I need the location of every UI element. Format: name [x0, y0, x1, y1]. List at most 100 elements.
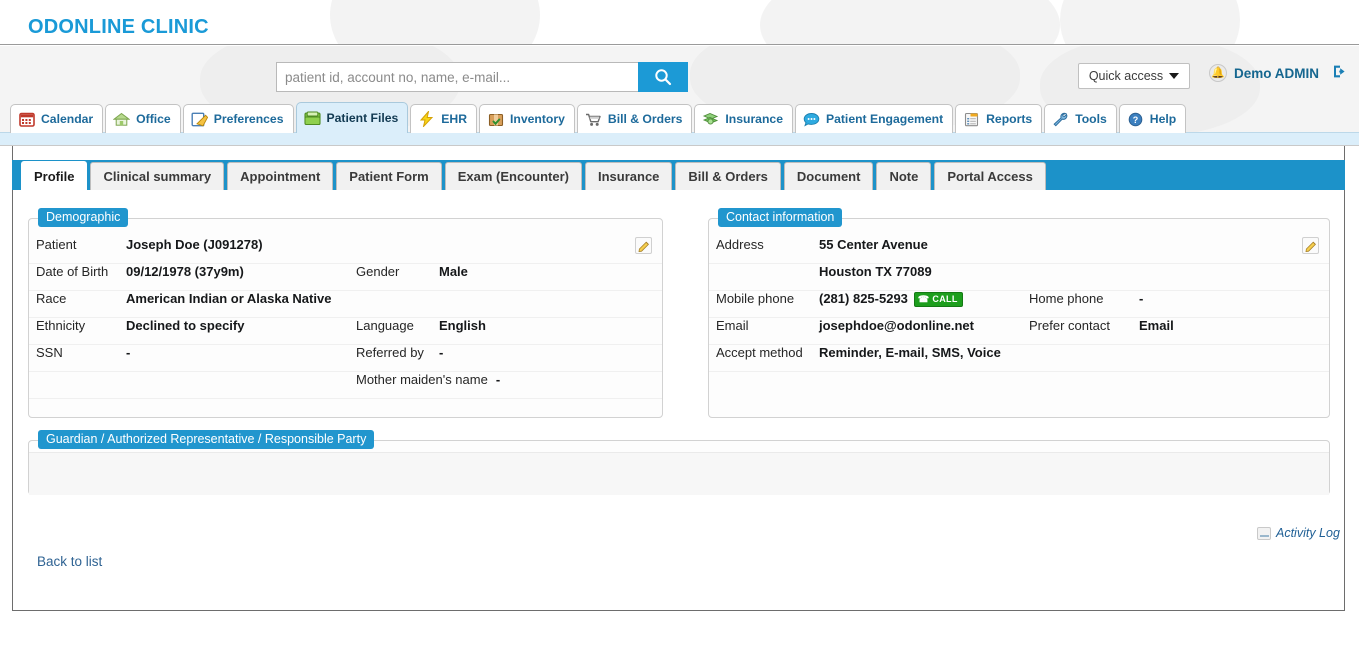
ethnicity-value: Declined to specify	[126, 318, 245, 333]
row-mother-maiden: Mother maiden's name -	[29, 372, 662, 399]
race-label: Race	[36, 291, 67, 306]
global-search	[276, 62, 688, 92]
banner-decoration	[760, 0, 1060, 44]
nav-tab-preferences[interactable]: Preferences	[182, 104, 294, 133]
logout-icon[interactable]	[1332, 64, 1347, 82]
call-button-label: CALL	[932, 293, 958, 304]
search-input[interactable]	[276, 62, 638, 92]
nav-tab-label: Tools	[1075, 112, 1107, 126]
chevron-down-icon	[1169, 73, 1180, 79]
clipboard-icon	[963, 111, 980, 127]
nav-tab-label: Insurance	[725, 112, 783, 126]
nav-tab-office[interactable]: Office	[105, 104, 181, 133]
nav-tab-label: EHR	[441, 112, 468, 126]
guardian-panel-body	[29, 452, 1329, 495]
nav-tab-calendar[interactable]: Calendar	[10, 104, 104, 133]
folder-icon	[303, 110, 321, 126]
nav-tab-label: Inventory	[510, 112, 565, 126]
tab-appointment[interactable]: Appointment	[227, 162, 334, 190]
money-icon	[702, 111, 719, 127]
address-line2-value: Houston TX 77089	[819, 264, 932, 279]
tab-insurance[interactable]: Insurance	[585, 162, 673, 190]
tab-patient-form[interactable]: Patient Form	[336, 162, 442, 190]
tab-label: Appointment	[240, 169, 321, 184]
mother-maiden-value: -	[495, 372, 501, 387]
dob-value: 09/12/1978 (37y9m)	[126, 264, 244, 279]
email-label: Email	[716, 318, 749, 333]
nav-tab-insurance[interactable]: Insurance	[694, 104, 793, 133]
back-to-list-link[interactable]: Back to list	[37, 554, 102, 569]
wrench-icon	[1052, 111, 1069, 127]
ethnicity-label: Ethnicity	[36, 318, 86, 333]
main-navigation: Calendar Office Preferences Patient File…	[10, 102, 1188, 133]
nav-tab-patient-engagement[interactable]: Patient Engagement	[794, 104, 954, 133]
tab-document[interactable]: Document	[783, 162, 874, 190]
prefer-contact-label: Prefer contact	[1029, 318, 1110, 333]
nav-tab-reports[interactable]: Reports	[955, 104, 1043, 133]
search-icon	[654, 68, 672, 86]
nav-tab-label: Patient Files	[326, 111, 399, 125]
language-label: Language	[356, 318, 414, 333]
guardian-panel-title: Guardian / Authorized Representative / R…	[38, 430, 375, 450]
accept-method-value: Reminder, E-mail, SMS, Voice	[819, 345, 1001, 360]
nav-tab-ehr[interactable]: EHR	[410, 104, 478, 133]
nav-tab-bill-orders[interactable]: Bill & Orders	[576, 104, 693, 133]
user-menu[interactable]: 🔔 Demo ADMIN	[1209, 64, 1347, 82]
address-label: Address	[716, 237, 764, 252]
app-logo-text: ODONLINE CLINIC	[28, 16, 209, 38]
row-patient: Patient Joseph Doe (J091278)	[29, 237, 662, 264]
application-window: ODONLINE CLINIC Quick access 🔔 Demo ADMI…	[0, 0, 1359, 672]
nav-tab-label: Preferences	[213, 112, 284, 126]
nav-tab-tools[interactable]: Tools	[1044, 104, 1117, 133]
mobile-phone-number: (281) 825-5293	[819, 291, 908, 306]
patient-label: Patient	[36, 237, 77, 252]
mother-maiden-label: Mother maiden's name	[356, 372, 488, 387]
prefer-contact-value: Email	[1139, 318, 1174, 333]
tab-portal-access[interactable]: Portal Access	[934, 162, 1046, 190]
call-button[interactable]: ☎ CALL	[913, 291, 963, 308]
nav-tab-label: Office	[136, 112, 171, 126]
gender-value: Male	[439, 264, 468, 279]
nav-tab-label: Bill & Orders	[607, 112, 683, 126]
tab-label: Portal Access	[947, 169, 1033, 184]
nav-tab-label: Help	[1149, 112, 1177, 126]
tab-note[interactable]: Note	[876, 162, 932, 190]
nav-underline	[0, 132, 1359, 146]
box-icon	[487, 111, 504, 127]
nav-tab-label: Reports	[986, 112, 1033, 126]
nav-tab-label: Calendar	[41, 112, 94, 126]
language-value: English	[439, 318, 486, 333]
quick-access-dropdown[interactable]: Quick access	[1078, 63, 1190, 89]
race-value: American Indian or Alaska Native	[126, 291, 332, 306]
home-phone-value: -	[1139, 291, 1144, 306]
guardian-panel: Guardian / Authorized Representative / R…	[28, 430, 1330, 495]
tab-bill-orders[interactable]: Bill & Orders	[675, 162, 781, 190]
activity-log-link[interactable]: Activity Log	[1257, 526, 1340, 540]
patient-file-tabbar: Profile Clinical summary Appointment Pat…	[12, 160, 1345, 190]
nav-tab-label: Patient Engagement	[825, 112, 944, 126]
lightning-icon	[418, 111, 435, 127]
nav-tab-help[interactable]: ? Help	[1118, 104, 1187, 133]
row-mobile-home-phone: Mobile phone (281) 825-5293 ☎ CALL Home ph…	[709, 291, 1329, 318]
tab-label: Document	[796, 169, 861, 184]
email-value: josephdoe@odonline.net	[819, 318, 974, 333]
contact-panel-title: Contact information	[718, 208, 843, 228]
row-race: Race American Indian or Alaska Native	[29, 291, 662, 318]
phone-icon: ☎	[917, 293, 930, 304]
svg-text:?: ?	[1133, 115, 1139, 125]
row-dob-gender: Date of Birth 09/12/1978 (37y9m) Gender …	[29, 264, 662, 291]
tab-label: Insurance	[598, 169, 660, 184]
tab-label: Profile	[34, 168, 75, 184]
activity-log-icon	[1257, 526, 1271, 540]
tab-clinical-summary[interactable]: Clinical summary	[90, 162, 225, 190]
bell-icon: 🔔	[1209, 64, 1227, 82]
tab-exam-encounter[interactable]: Exam (Encounter)	[444, 162, 582, 190]
tab-profile[interactable]: Profile	[21, 161, 88, 190]
row-empty	[709, 372, 1329, 399]
quick-access-label: Quick access	[1088, 69, 1164, 83]
nav-tab-patient-files[interactable]: Patient Files	[295, 102, 409, 133]
ssn-value: -	[126, 345, 131, 360]
nav-tab-inventory[interactable]: Inventory	[479, 104, 575, 133]
tab-label: Bill & Orders	[688, 169, 768, 184]
search-button[interactable]	[638, 62, 688, 92]
